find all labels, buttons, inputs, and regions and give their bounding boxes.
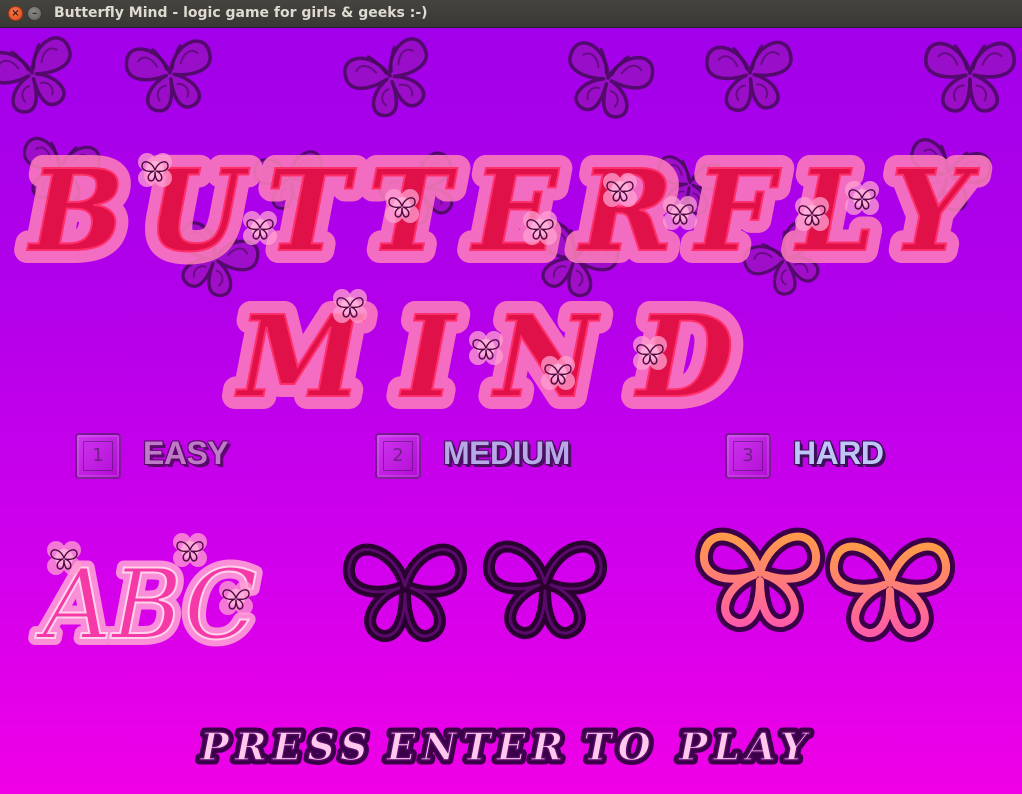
- game-canvas[interactable]: BUTTERFLY BUTTERFLY MIND MIND 1 EASY 2 M…: [0, 28, 1022, 794]
- press-word-enter: ENTER: [386, 724, 570, 769]
- press-enter-prompt: PRESS PRESS ENTER ENTER TO TO PLAY PLAY: [195, 720, 813, 774]
- app-window: × – Butterfly Mind - logic game for girl…: [0, 0, 1022, 794]
- press-word-to: TO: [583, 724, 656, 769]
- close-icon: ×: [11, 8, 20, 19]
- press-word-play: PLAY: [678, 724, 813, 769]
- window-titlebar: × – Butterfly Mind - logic game for girl…: [0, 0, 1022, 28]
- minimize-window-button[interactable]: –: [27, 6, 42, 21]
- close-window-button[interactable]: ×: [8, 6, 23, 21]
- press-word-press: PRESS: [199, 724, 373, 769]
- minimize-icon: –: [32, 8, 37, 19]
- window-title: Butterfly Mind - logic game for girls & …: [54, 5, 428, 21]
